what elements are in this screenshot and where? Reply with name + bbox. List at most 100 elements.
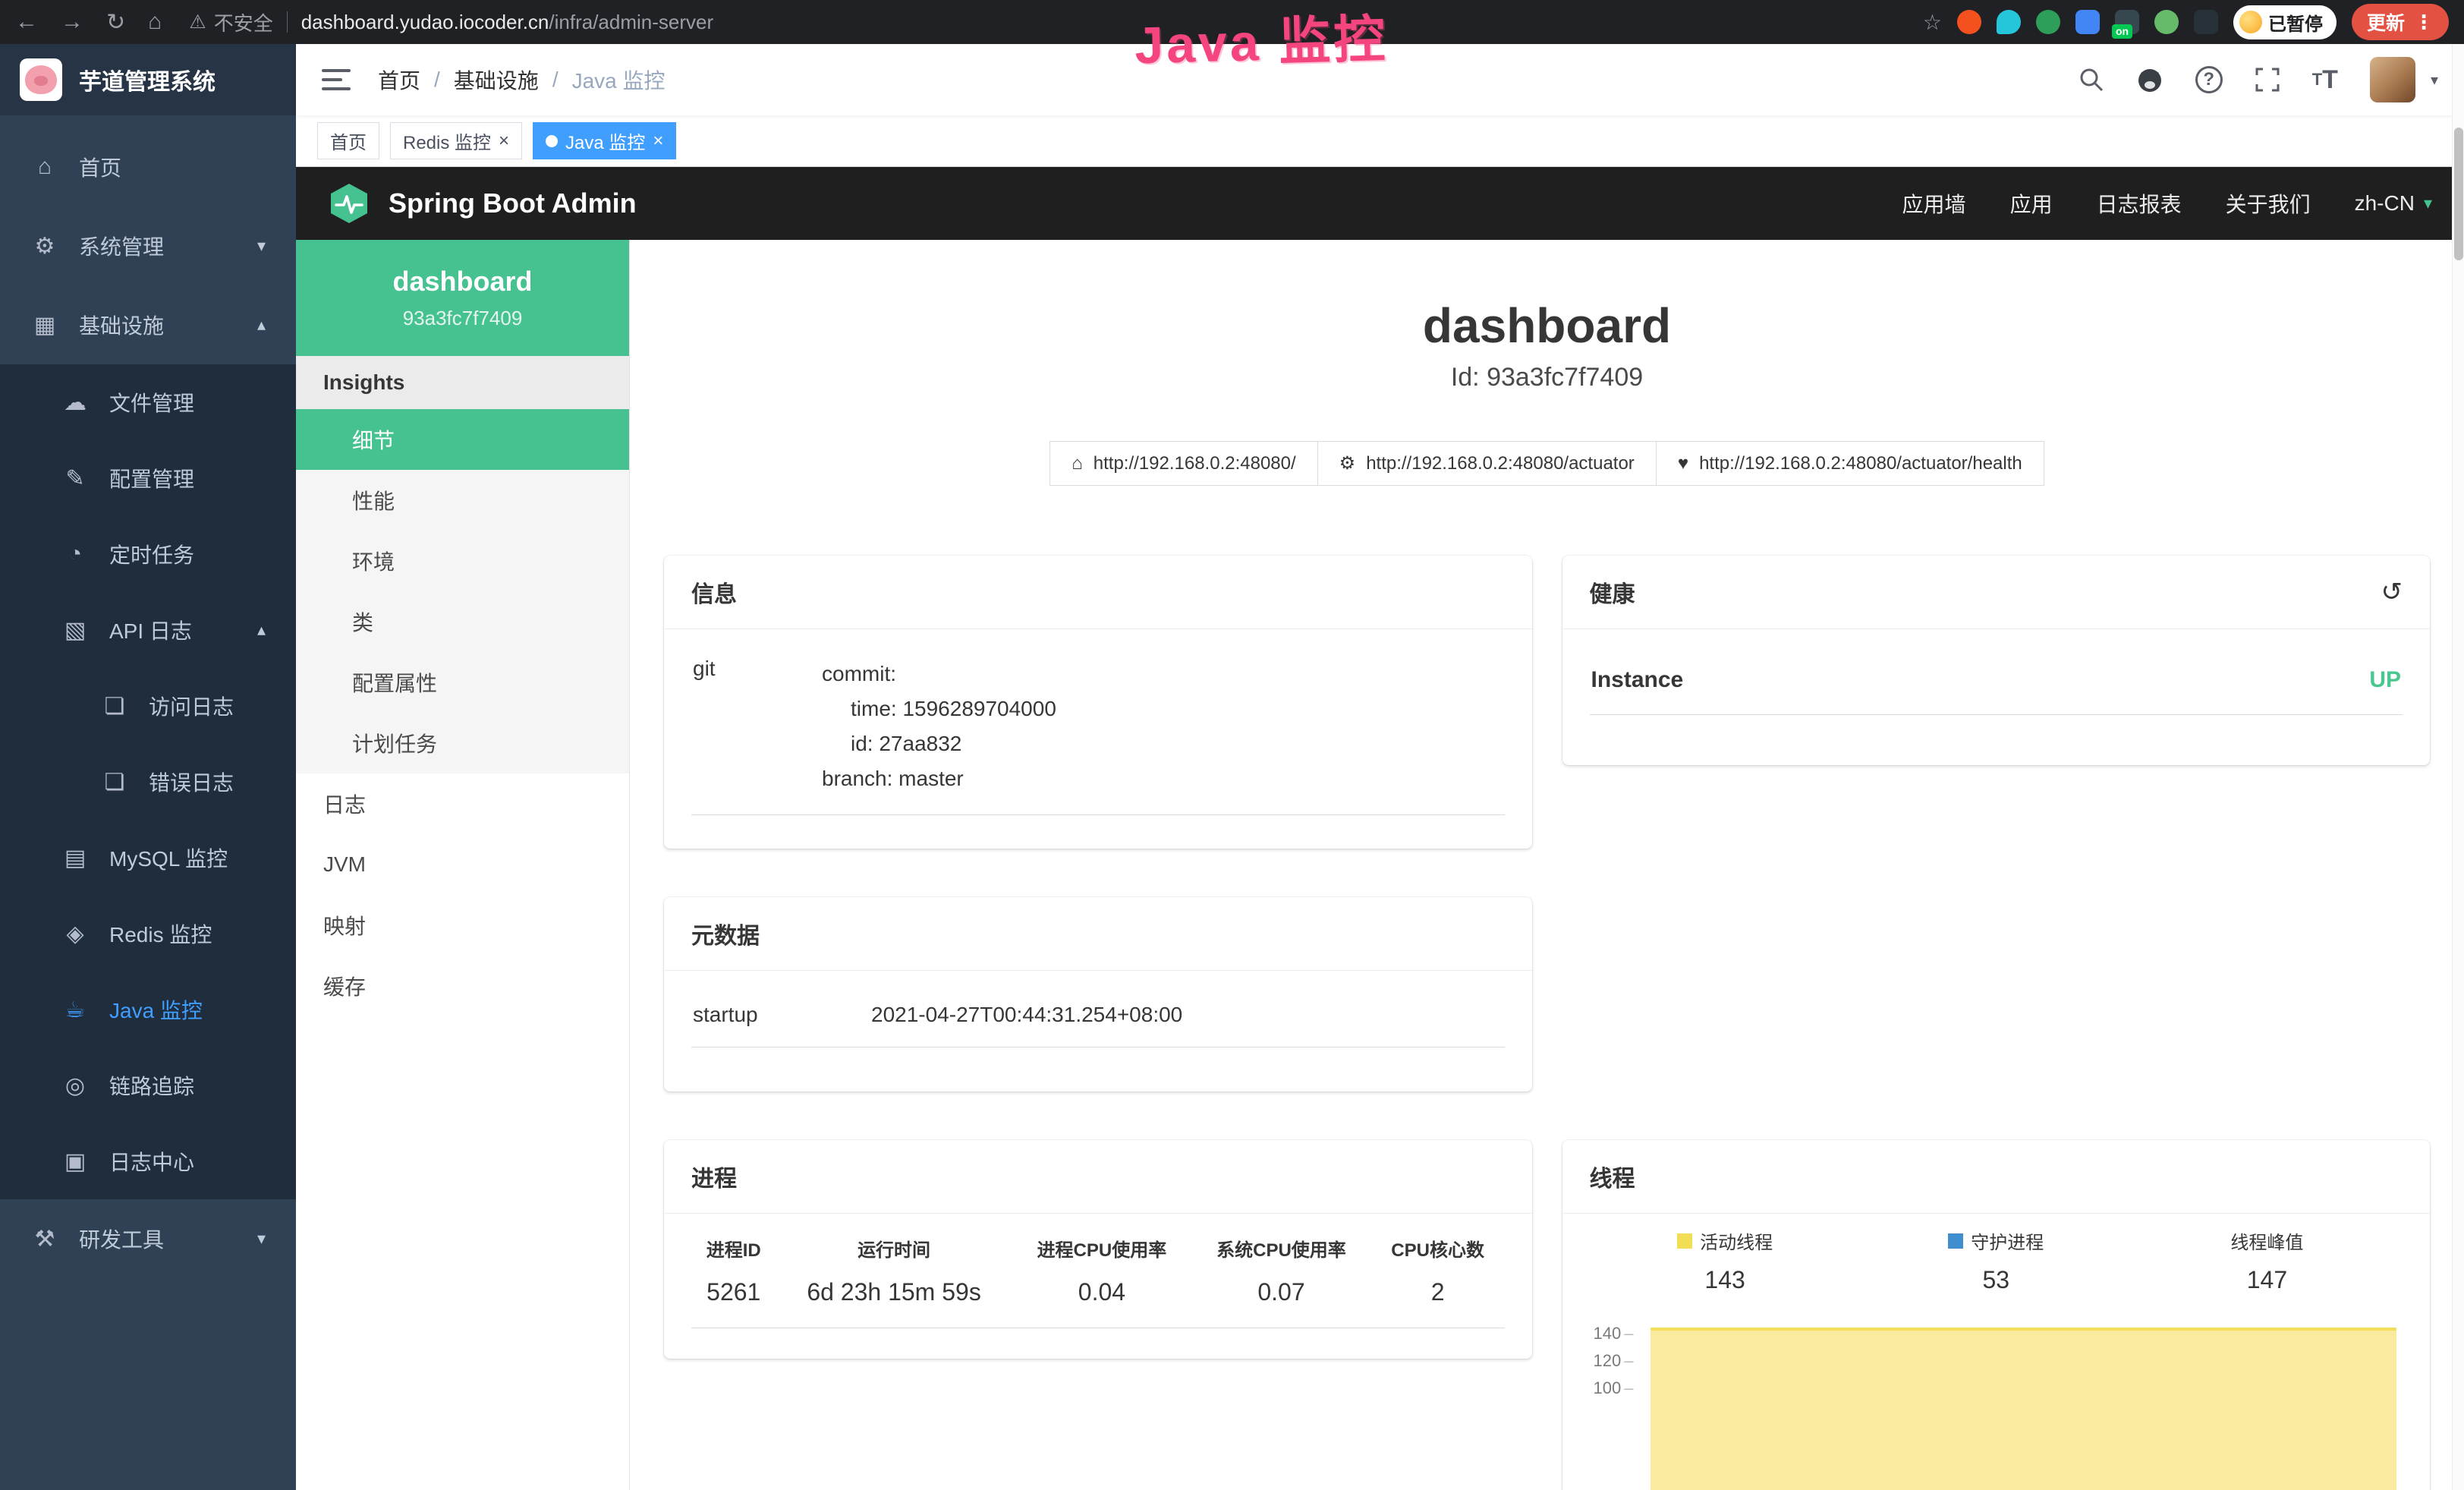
metadata-card-title: 元数据: [664, 897, 1532, 971]
extension-icon-5[interactable]: on: [2115, 10, 2139, 34]
sidebar-item-home[interactable]: ⌂ 首页: [0, 128, 296, 206]
sba-nav-wall[interactable]: 应用墙: [1902, 188, 1966, 219]
breadcrumb-home[interactable]: 首页: [378, 65, 420, 95]
sba-brand-label: Spring Boot Admin: [389, 187, 637, 219]
browser-home-icon[interactable]: ⌂: [148, 9, 162, 35]
sidebar-item-api-log[interactable]: ▧ API 日志 ▴: [0, 592, 296, 668]
chevron-up-icon: ▴: [257, 315, 266, 335]
sba-item-config-props[interactable]: 配置属性: [296, 652, 629, 713]
sidebar-item-access-log[interactable]: ❏ 访问日志: [0, 668, 296, 744]
sba-nav-journal[interactable]: 日志报表: [2097, 188, 2182, 219]
close-icon[interactable]: ×: [653, 132, 663, 150]
sba-language-select[interactable]: zh-CN ▾: [2355, 191, 2432, 216]
tag-label: Redis 监控: [403, 128, 491, 154]
sidebar-item-label: 首页: [79, 152, 121, 182]
link-health-url[interactable]: ♥ http://192.168.0.2:48080/actuator/heal…: [1656, 441, 2044, 486]
tag-label: Java 监控: [565, 128, 645, 154]
tag-java-monitor[interactable]: Java 监控 ×: [533, 122, 676, 159]
extension-icon-4[interactable]: [2075, 10, 2100, 34]
sidebar-item-file-manage[interactable]: ☁ 文件管理: [0, 364, 296, 440]
health-card: 健康 ↺ Instance UP: [1562, 556, 2431, 765]
process-card: 进程 进程ID 运行时间 进程CPU使用率 系统CPU使用率 CPU核心数: [664, 1140, 1532, 1359]
breadcrumb-infra[interactable]: 基础设施: [454, 65, 539, 95]
sba-item-performance[interactable]: 性能: [296, 470, 629, 531]
reload-icon[interactable]: ↻: [106, 9, 125, 36]
extension-icon-2[interactable]: [1997, 10, 2021, 34]
instance-id: 93a3fc7f7409: [304, 307, 622, 330]
back-icon[interactable]: ←: [15, 9, 38, 35]
sba-nav-applications[interactable]: 应用: [2010, 188, 2053, 219]
sba-item-details[interactable]: 细节: [296, 409, 629, 470]
cloud-icon: ☁: [61, 389, 90, 416]
sba-item-environment[interactable]: 环境: [296, 531, 629, 591]
sidebar-item-label: 系统管理: [79, 231, 164, 261]
sba-item-mappings[interactable]: 映射: [296, 895, 629, 956]
sidebar-item-infra[interactable]: ▦ 基础设施 ▴: [0, 285, 296, 364]
link-actuator-url[interactable]: ⚙ http://192.168.0.2:48080/actuator: [1317, 441, 1657, 486]
api-log-icon: ▧: [61, 617, 90, 644]
update-button[interactable]: 更新 ⋮: [2352, 4, 2449, 40]
sidebar-item-mysql-monitor[interactable]: ▤ MySQL 监控: [0, 820, 296, 896]
sba-brand[interactable]: Spring Boot Admin: [328, 182, 637, 225]
y-tick: 120: [1590, 1351, 1634, 1371]
history-icon[interactable]: ↺: [2381, 577, 2403, 607]
extension-icon-6[interactable]: [2154, 10, 2179, 34]
live-threads-area: [1651, 1328, 2397, 1490]
sidebar-item-log-center[interactable]: ▣ 日志中心: [0, 1123, 296, 1199]
sidebar-item-label: 基础设施: [79, 310, 164, 340]
font-size-icon[interactable]: TT: [2312, 65, 2338, 95]
browser-menu-icon[interactable]: ⋮: [2414, 11, 2434, 34]
health-heart-icon: ♥: [1678, 453, 1688, 474]
avatar-caret-icon[interactable]: ▾: [2431, 71, 2438, 90]
extension-icon-7[interactable]: [2194, 10, 2218, 34]
sba-item-jvm[interactable]: JVM: [296, 834, 629, 895]
bookmark-star-icon[interactable]: ☆: [1923, 10, 1942, 35]
paused-extension-pill[interactable]: 已暂停: [2233, 5, 2337, 39]
java-monitor-icon: ☕: [61, 997, 90, 1023]
security-warning-icon[interactable]: ⚠: [189, 11, 206, 33]
search-icon[interactable]: [2079, 67, 2104, 93]
sidebar-item-trace[interactable]: ◎ 链路追踪: [0, 1047, 296, 1123]
address-bar[interactable]: ⚠ 不安全 dashboard.yudao.iocoder.cn/infra/a…: [189, 8, 713, 36]
sidebar-item-error-log[interactable]: ❏ 错误日志: [0, 744, 296, 820]
sba-item-caches[interactable]: 缓存: [296, 956, 629, 1016]
emoji-face-icon: [2239, 11, 2262, 33]
link-service-url[interactable]: ⌂ http://192.168.0.2:48080/: [1049, 441, 1317, 486]
scrollbar-thumb[interactable]: [2454, 128, 2463, 260]
process-col-uptime: 运行时间: [776, 1223, 1012, 1271]
avatar[interactable]: [2370, 57, 2415, 102]
sba-instance-header[interactable]: dashboard 93a3fc7f7409: [296, 240, 629, 356]
sidebar-item-redis-monitor[interactable]: ◈ Redis 监控: [0, 896, 296, 972]
sba-nav-about[interactable]: 关于我们: [2226, 188, 2311, 219]
tag-home[interactable]: 首页: [317, 122, 379, 159]
sidebar-item-dev-tools[interactable]: ⚒ 研发工具 ▾: [0, 1199, 296, 1278]
sidebar-item-scheduled-job[interactable]: ◔ 定时任务: [0, 516, 296, 592]
sba-item-classes[interactable]: 类: [296, 591, 629, 652]
sidebar-item-system[interactable]: ⚙ 系统管理 ▾: [0, 206, 296, 285]
legend-daemon-threads: 守护进程 53: [1861, 1227, 2132, 1294]
security-warning-label: 不安全: [214, 8, 273, 36]
update-label: 更新: [2367, 8, 2405, 36]
extension-icon-3[interactable]: [2036, 10, 2060, 34]
sba-sidebar: dashboard 93a3fc7f7409 Insights 细节 性能 环境…: [296, 240, 630, 1490]
forward-icon[interactable]: →: [61, 9, 83, 35]
dashboard-icon: ⌂: [30, 154, 59, 180]
help-icon[interactable]: ?: [2195, 66, 2223, 93]
github-icon[interactable]: [2136, 66, 2163, 93]
sidebar-item-java-monitor[interactable]: ☕ Java 监控: [0, 972, 296, 1047]
sidebar-item-config-manage[interactable]: ✎ 配置管理: [0, 440, 296, 516]
page-scrollbar: [2452, 44, 2464, 1490]
close-icon[interactable]: ×: [499, 132, 509, 150]
chevron-down-icon: ▾: [2424, 194, 2432, 213]
sba-item-scheduled-tasks[interactable]: 计划任务: [296, 713, 629, 773]
sba-nav: 应用墙 应用 日志报表 关于我们 zh-CN ▾: [1902, 188, 2432, 219]
fullscreen-icon[interactable]: [2255, 67, 2280, 93]
sidebar-item-label: 定时任务: [109, 539, 194, 569]
redis-icon: ◈: [61, 921, 90, 947]
hamburger-icon[interactable]: [322, 69, 351, 90]
app-logo[interactable]: 芋道管理系统: [0, 44, 296, 115]
sba-item-logs[interactable]: 日志: [296, 773, 629, 834]
extension-icon-1[interactable]: [1957, 10, 1981, 34]
tag-redis-monitor[interactable]: Redis 监控 ×: [390, 122, 522, 159]
sidebar-item-label: Redis 监控: [109, 918, 212, 949]
